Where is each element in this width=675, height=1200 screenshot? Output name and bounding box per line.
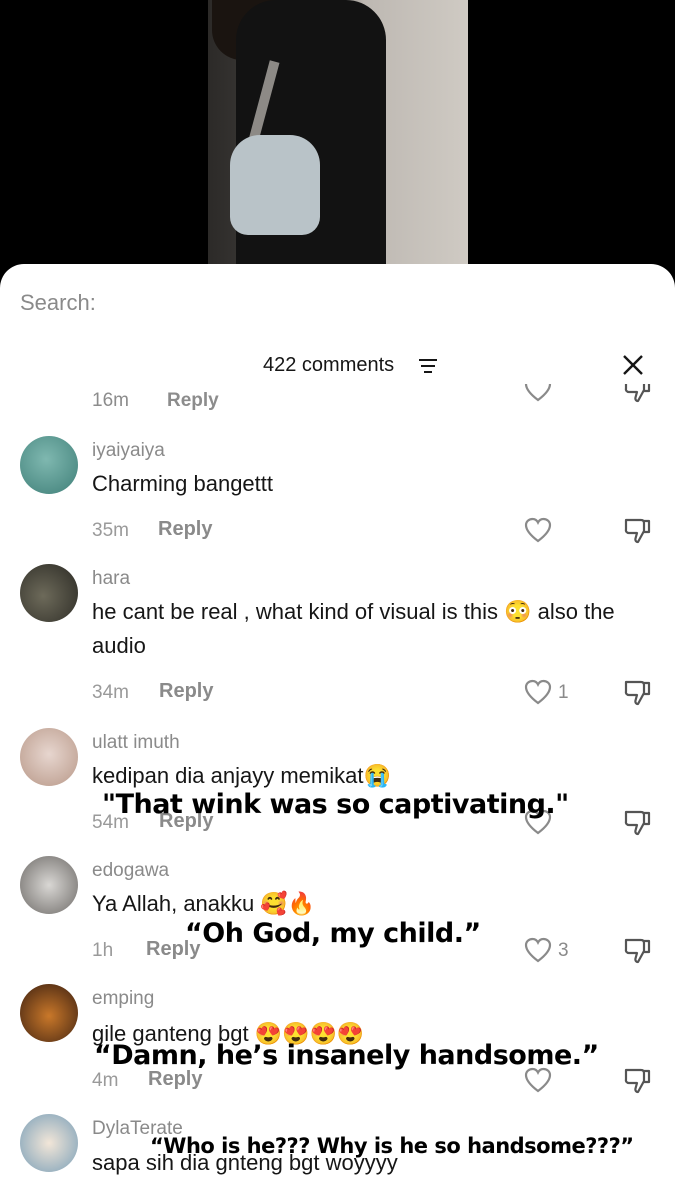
- comment-count: 422 comments: [263, 354, 395, 376]
- search-field[interactable]: Search:: [20, 290, 96, 316]
- search-label: Search:: [20, 290, 96, 315]
- thumbs-down-icon[interactable]: [622, 1065, 652, 1095]
- translation-caption: “Oh God, my child.”: [185, 918, 481, 949]
- translation-caption: “Who is he??? Why is he so handsome???”: [150, 1134, 634, 1158]
- comment-text: Charming bangettt: [92, 471, 273, 496]
- translation-caption: "That wink was so captivating.": [102, 789, 569, 820]
- thumbs-down-icon[interactable]: [622, 677, 652, 707]
- comment-username[interactable]: iyaiyaiya: [92, 440, 165, 462]
- cutoff-comment-meta: 16m Reply: [92, 390, 219, 412]
- comment-time: 35m: [92, 520, 129, 541]
- comment-username[interactable]: emping: [92, 988, 154, 1010]
- reply-button[interactable]: Reply: [167, 390, 219, 411]
- filter-icon[interactable]: [418, 358, 438, 374]
- comment-time: 34m: [92, 682, 129, 703]
- reply-button[interactable]: Reply: [148, 1068, 202, 1091]
- avatar[interactable]: [20, 728, 78, 786]
- comment-text: kedipan dia anjayy memikat😭: [92, 763, 391, 788]
- comments-sheet: Search: 422 comments 16m Reply iyaiyaiya …: [0, 264, 675, 1200]
- reply-button[interactable]: Reply: [159, 680, 213, 703]
- heart-icon[interactable]: [524, 679, 552, 705]
- avatar[interactable]: [20, 436, 78, 494]
- heart-icon[interactable]: [524, 384, 552, 404]
- video-handbag: [230, 135, 320, 235]
- comment-time: 16m: [92, 390, 129, 411]
- video-background: [0, 0, 675, 300]
- thumbs-down-icon[interactable]: [622, 515, 652, 545]
- heart-icon[interactable]: [524, 937, 552, 963]
- avatar[interactable]: [20, 564, 78, 622]
- avatar[interactable]: [20, 984, 78, 1042]
- comment-username[interactable]: edogawa: [92, 860, 169, 882]
- thumbs-down-icon[interactable]: [622, 935, 652, 965]
- reply-button[interactable]: Reply: [158, 518, 212, 541]
- like-count: 3: [558, 940, 569, 961]
- thumbs-down-icon[interactable]: [622, 807, 652, 837]
- comment-time: 1h: [92, 940, 114, 961]
- close-icon[interactable]: [620, 352, 646, 378]
- comment-text: Ya Allah, anakku 🥰🔥: [92, 891, 316, 916]
- comment-time: 4m: [92, 1070, 119, 1091]
- like-count: 1: [558, 682, 569, 703]
- thumbs-down-icon[interactable]: [622, 384, 652, 404]
- comments-header: 422 comments: [0, 352, 675, 382]
- heart-icon[interactable]: [524, 517, 552, 543]
- comment-username[interactable]: hara: [92, 568, 130, 590]
- avatar[interactable]: [20, 856, 78, 914]
- comment-text: he cant be real , what kind of visual is…: [92, 599, 615, 658]
- avatar[interactable]: [20, 1114, 78, 1172]
- comment-username[interactable]: ulatt imuth: [92, 732, 180, 754]
- translation-caption: “Damn, he’s insanely handsome.”: [94, 1040, 599, 1071]
